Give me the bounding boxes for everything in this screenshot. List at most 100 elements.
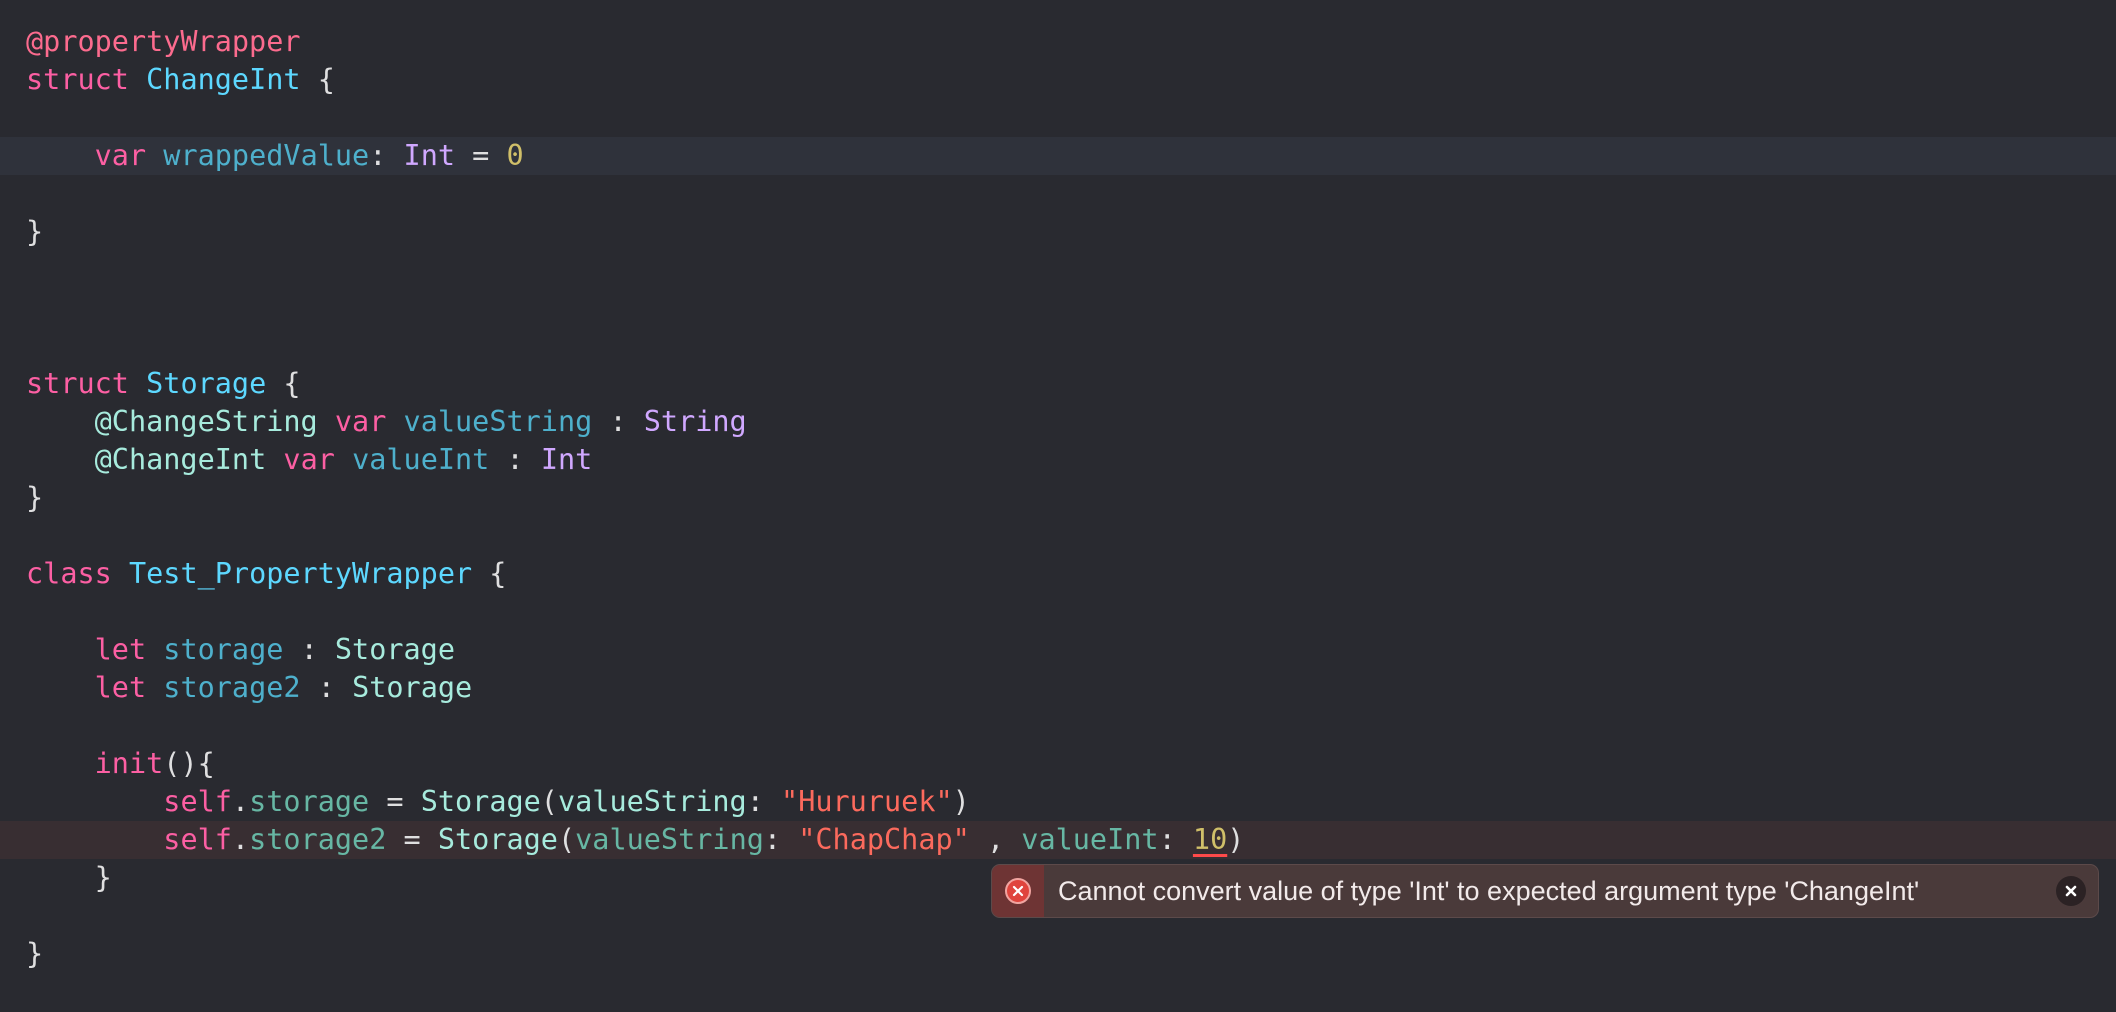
code-line[interactable] [0,251,2116,289]
code-token: @ChangeInt [94,443,267,476]
code-token: String [643,405,747,438]
code-token: struct [26,367,129,400]
code-line[interactable]: class Test_PropertyWrapper { [0,555,2116,593]
code-token: init [94,747,164,780]
code-token: struct [26,63,129,96]
code-token: valueString [403,405,593,438]
code-token: Storage [420,785,541,818]
code-token: self [163,823,232,856]
code-token: : [746,785,782,818]
code-token: ( [557,823,576,856]
code-token: : [369,139,404,172]
code-line[interactable]: self.storage2 = Storage(valueString: "Ch… [0,821,2116,859]
code-line[interactable]: struct ChangeInt { [0,61,2116,99]
code-token: @propertyWrapper [26,25,301,58]
code-token: { [472,557,507,590]
code-token: : [489,443,541,476]
code-token: Storage [334,633,455,666]
code-line[interactable] [0,99,2116,137]
code-token: 0 [506,139,524,172]
code-token: , [969,823,1022,856]
code-line[interactable]: } [0,213,2116,251]
code-token: @ChangeString [94,405,318,438]
code-line[interactable] [0,517,2116,555]
code-token: wrappedValue [163,139,370,172]
code-line[interactable]: init(){ [0,745,2116,783]
code-token: storage [249,785,370,818]
error-message: Cannot convert value of type 'Int' to ex… [1058,875,1920,906]
code-token: . [231,785,250,818]
code-token: ( [540,785,558,818]
code-token: "Hururuek" [781,785,953,818]
code-token: var [94,139,147,172]
code-line[interactable]: let storage2 : Storage [0,669,2116,707]
code-token: : [1158,823,1193,856]
code-line[interactable] [0,175,2116,213]
code-token: let [94,633,147,666]
error-token: 10 [1192,823,1228,856]
code-token: } [26,481,44,514]
error-icon-cell [992,865,1044,917]
code-line[interactable] [0,707,2116,745]
error-circle-x-icon[interactable] [1005,878,1031,904]
code-token: } [94,861,112,894]
code-token: var [334,405,387,438]
code-token: = [369,785,421,818]
code-token: { [300,63,335,96]
code-token: = [455,139,507,172]
code-token: let [94,671,147,704]
code-line[interactable]: @ChangeString var valueString : String [0,403,2116,441]
code-line[interactable]: struct Storage { [0,365,2116,403]
code-line[interactable]: let storage : Storage [0,631,2116,669]
code-editor[interactable]: @propertyWrapper struct ChangeInt { var w… [0,0,2116,1012]
code-line[interactable] [0,327,2116,365]
code-token: valueString [575,823,764,856]
code-token: Test_PropertyWrapper [128,557,473,590]
code-token: var [283,443,335,476]
code-token: : [300,671,353,704]
code-token: : [592,405,644,438]
code-token: self [163,785,232,818]
code-token: Storage [437,823,558,856]
code-token: (){ [163,747,215,780]
code-line[interactable]: @propertyWrapper [0,23,2116,61]
code-token: { [266,367,301,400]
code-line[interactable]: var wrappedValue: Int = 0 [0,137,2116,175]
error-banner[interactable]: Cannot convert value of type 'Int' to ex… [991,864,2099,918]
code-token: ) [1227,823,1245,856]
code-token: "ChapChap" [798,823,970,856]
code-token: storage2 [163,671,301,704]
code-line[interactable] [0,593,2116,631]
code-token: = [386,823,438,856]
close-icon[interactable] [2056,876,2086,906]
code-line[interactable]: } [0,935,2116,973]
code-line[interactable]: @ChangeInt var valueInt : Int [0,441,2116,479]
code-token: . [231,823,250,856]
code-line[interactable] [0,289,2116,327]
code-line[interactable]: self.storage = Storage(valueString: "Hur… [0,783,2116,821]
code-token: : [763,823,799,856]
code-line[interactable]: } [0,479,2116,517]
code-token: storage2 [249,823,387,856]
code-token: : [283,633,335,666]
code-token: } [26,215,44,248]
code-token: } [26,937,44,970]
code-token: valueInt [1021,823,1159,856]
code-token: Storage [146,367,267,400]
